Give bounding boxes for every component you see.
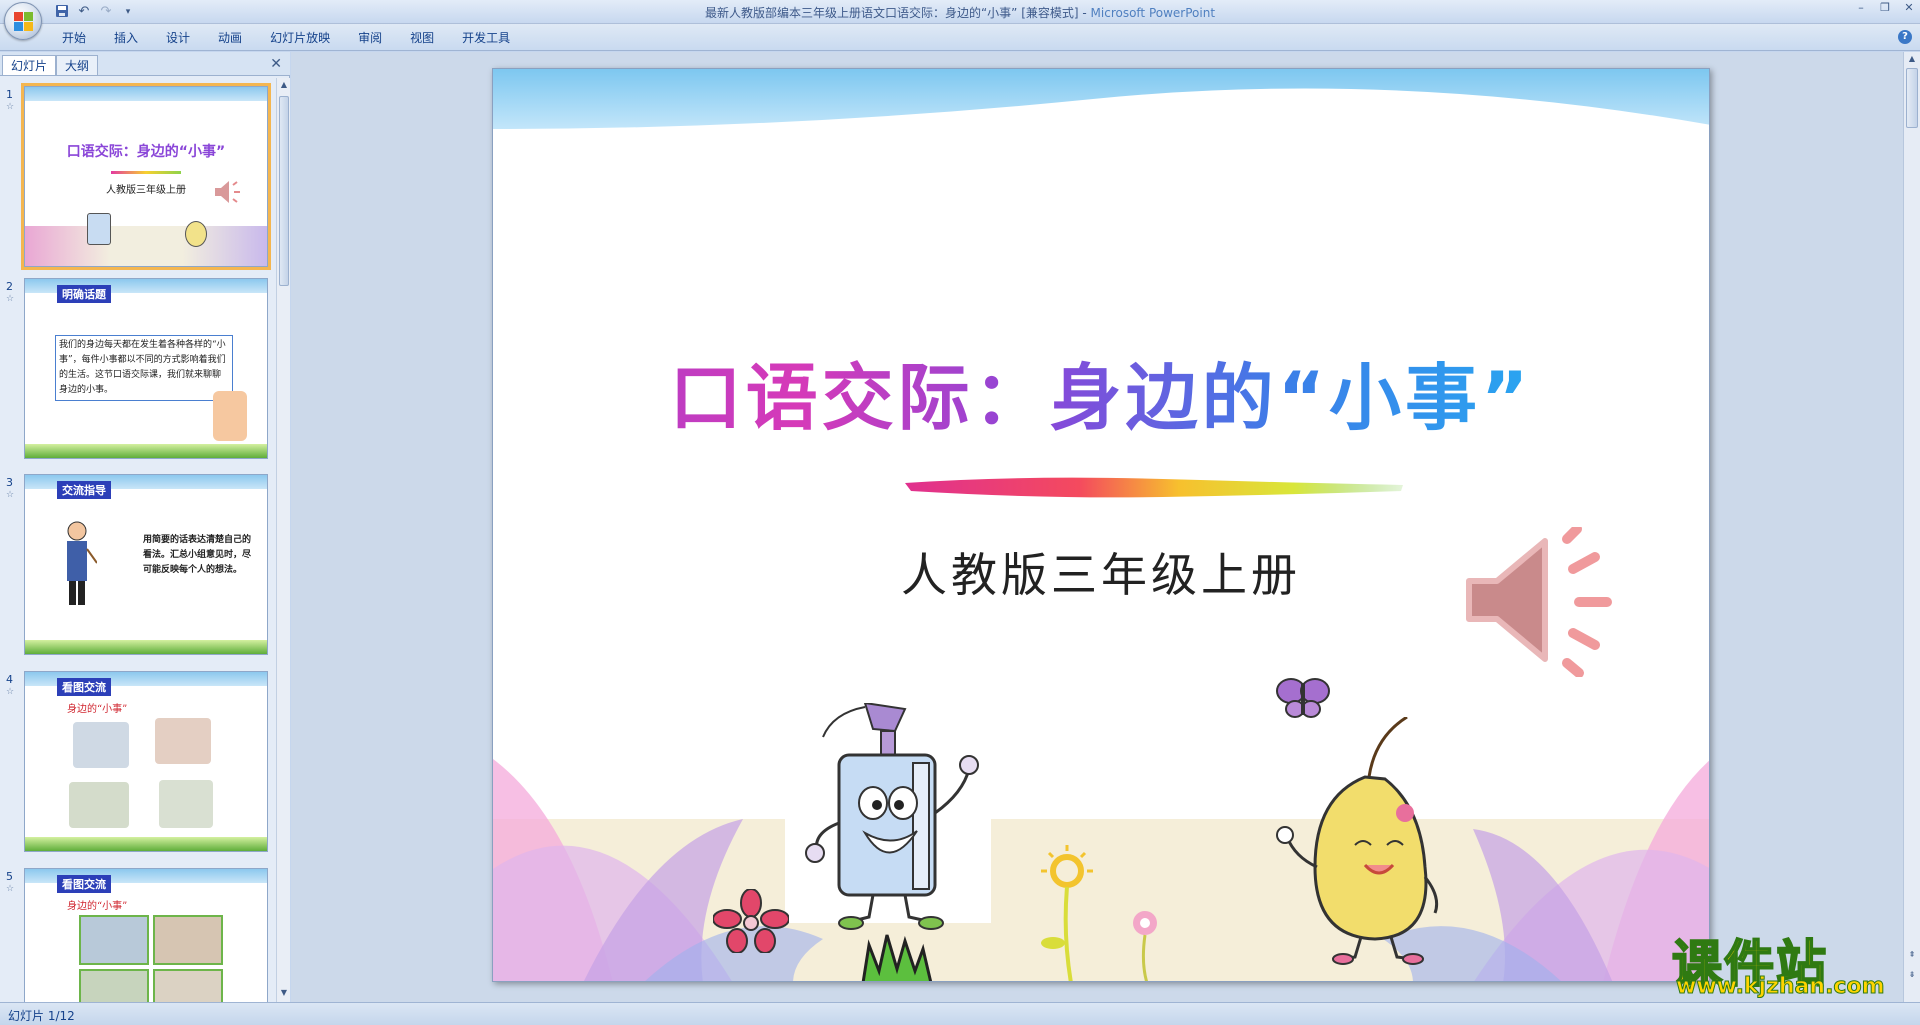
- tab-review[interactable]: 审阅: [344, 29, 396, 47]
- slide-number: 5: [6, 870, 13, 883]
- watermark: 课件站 www.kjzhan.com: [1662, 924, 1914, 1000]
- bottom-petals-decoration: [493, 759, 1709, 981]
- brush-stroke: [111, 171, 181, 174]
- scene-image: [153, 969, 223, 1002]
- scroll-down-icon[interactable]: ▼: [279, 988, 289, 1000]
- thumbnail-badge: 明确话题: [57, 285, 111, 303]
- thumbnail-text: 用简要的话表达清楚自己的看法。汇总小组意见时，尽可能反映每个人的想法。: [143, 535, 252, 575]
- speaker-icon: [213, 179, 243, 208]
- pink-flower-icon: [713, 889, 789, 953]
- document-title: 最新人教版部编本三年级上册语文口语交际：身边的“小事” [兼容模式] -: [704, 6, 1091, 20]
- tab-home[interactable]: 开始: [48, 29, 100, 47]
- scroll-up-icon[interactable]: ▲: [1907, 54, 1917, 66]
- grass-tuft-icon: [861, 934, 933, 981]
- animation-star-icon: ☆: [6, 687, 15, 697]
- scene-image: [79, 915, 149, 965]
- app-name: Microsoft PowerPoint: [1090, 6, 1216, 20]
- scrollbar-thumb[interactable]: [279, 96, 289, 286]
- tab-view[interactable]: 视图: [396, 29, 448, 47]
- tab-design[interactable]: 设计: [152, 29, 204, 47]
- restore-icon[interactable]: ❐: [1878, 2, 1892, 14]
- scene-image: [73, 722, 129, 768]
- status-bar: 幻灯片 1/12: [0, 1002, 1920, 1025]
- slide-number: 4: [6, 673, 13, 686]
- help-icon[interactable]: ?: [1898, 30, 1912, 44]
- thumbnail-subheading: 身边的“小事”: [67, 901, 128, 912]
- scene-image: [153, 915, 223, 965]
- slide-number: 3: [6, 476, 13, 489]
- slides-panel: 幻灯片 大纲 ✕ 1 ☆ 口语交际：身边的“小事” 人教版三年级上册 2 ☆ 明…: [0, 52, 290, 1002]
- close-panel-icon[interactable]: ✕: [270, 56, 282, 72]
- grass-band: [25, 444, 267, 458]
- scene-image: [155, 718, 211, 764]
- slide-footer-decoration: [25, 226, 267, 266]
- pear-character: [185, 221, 207, 247]
- ribbon: 开始 插入 设计 动画 幻灯片放映 审阅 视图 开发工具 ?: [0, 24, 1920, 51]
- reading-girl-illustration: [213, 391, 247, 441]
- rainbow-brush-stroke: [905, 477, 1403, 498]
- slide-thumbnails: 1 ☆ 口语交际：身边的“小事” 人教版三年级上册 2 ☆ 明确话题 我们的身边…: [0, 78, 274, 1002]
- tab-slide-show[interactable]: 幻灯片放映: [256, 29, 344, 47]
- panel-tabs: 幻灯片 大纲 ✕: [0, 52, 290, 76]
- tab-animations[interactable]: 动画: [204, 29, 256, 47]
- thumbnail-subheading: 身边的“小事”: [67, 704, 128, 715]
- grass-band: [25, 837, 267, 851]
- scene-image: [79, 969, 149, 1002]
- slide-number: 1: [6, 88, 13, 101]
- animation-star-icon: ☆: [6, 490, 15, 500]
- scrollbar-thumb[interactable]: [1906, 68, 1918, 128]
- thumbnails-scrollbar[interactable]: ▲ ▼: [276, 78, 290, 1002]
- current-slide[interactable]: 口语交际：身边的“小事” 人教版三年级上册: [492, 68, 1710, 982]
- animation-star-icon: ☆: [6, 884, 15, 894]
- window-controls: – ❐ ✕: [1854, 2, 1916, 14]
- thumbnail-badge: 看图交流: [57, 875, 111, 893]
- tab-slides[interactable]: 幻灯片: [2, 55, 57, 75]
- title-bar: ↶ ↷ ▾ 最新人教版部编本三年级上册语文口语交际：身边的“小事” [兼容模式]…: [0, 0, 1920, 40]
- pear-character-illustration: [1276, 717, 1439, 965]
- thumbnail-title: 口语交际：身边的“小事”: [66, 144, 226, 160]
- scene-image: [69, 782, 129, 828]
- window-title: 最新人教版部编本三年级上册语文口语交际：身边的“小事” [兼容模式] - Mic…: [0, 4, 1920, 21]
- tab-developer[interactable]: 开发工具: [448, 29, 524, 47]
- workspace-scrollbar[interactable]: ▲ ⇞ ⇟: [1903, 52, 1920, 1002]
- slide-thumbnail-3[interactable]: 交流指导 用简要的话表达清楚自己的看法。汇总小组意见时，尽可能反映每个人的想法。: [24, 474, 268, 655]
- book-character: [87, 213, 111, 245]
- slide-thumbnail-5[interactable]: 看图交流 身边的“小事”: [24, 868, 268, 1002]
- slide-counter: 幻灯片 1/12: [8, 1009, 75, 1023]
- thumbnail-badge: 看图交流: [57, 678, 111, 696]
- pink-blossom-icon: [1133, 911, 1157, 981]
- slide-thumbnail-4[interactable]: 看图交流 身边的“小事”: [24, 671, 268, 852]
- grass-band: [25, 640, 267, 654]
- audio-speaker-icon[interactable]: [1461, 527, 1631, 677]
- office-logo-icon: [14, 12, 34, 32]
- thumbnail-text: 我们的身边每天都在发生着各种各样的“小事”，每件小事都以不同的方式影响着我们的生…: [55, 335, 233, 401]
- office-button[interactable]: [4, 2, 42, 40]
- slide-number: 2: [6, 280, 13, 293]
- tab-insert[interactable]: 插入: [100, 29, 152, 47]
- watermark-url: www.kjzhan.com: [1676, 974, 1886, 1000]
- teacher-illustration: [57, 519, 98, 609]
- slide-thumbnail-1[interactable]: 口语交际：身边的“小事” 人教版三年级上册: [21, 83, 271, 270]
- scroll-up-icon[interactable]: ▲: [279, 80, 289, 92]
- butterfly-icon: [1276, 678, 1330, 718]
- book-character-illustration: [805, 703, 979, 930]
- tab-outline[interactable]: 大纲: [56, 55, 99, 75]
- sky-band: [493, 69, 1709, 129]
- animation-star-icon: ☆: [6, 102, 15, 112]
- slide-header-band: [25, 87, 267, 101]
- scene-image: [159, 780, 213, 828]
- close-icon[interactable]: ✕: [1902, 2, 1916, 14]
- slide-title[interactable]: 口语交际：身边的“小事”: [493, 339, 1709, 444]
- thumbnail-badge: 交流指导: [57, 481, 111, 499]
- sunflower-icon: [1041, 845, 1093, 981]
- animation-star-icon: ☆: [6, 294, 15, 304]
- minimize-icon[interactable]: –: [1854, 2, 1868, 14]
- slide-thumbnail-2[interactable]: 明确话题 我们的身边每天都在发生着各种各样的“小事”，每件小事都以不同的方式影响…: [24, 278, 268, 459]
- ribbon-tabs: 开始 插入 设计 动画 幻灯片放映 审阅 视图 开发工具: [48, 29, 524, 47]
